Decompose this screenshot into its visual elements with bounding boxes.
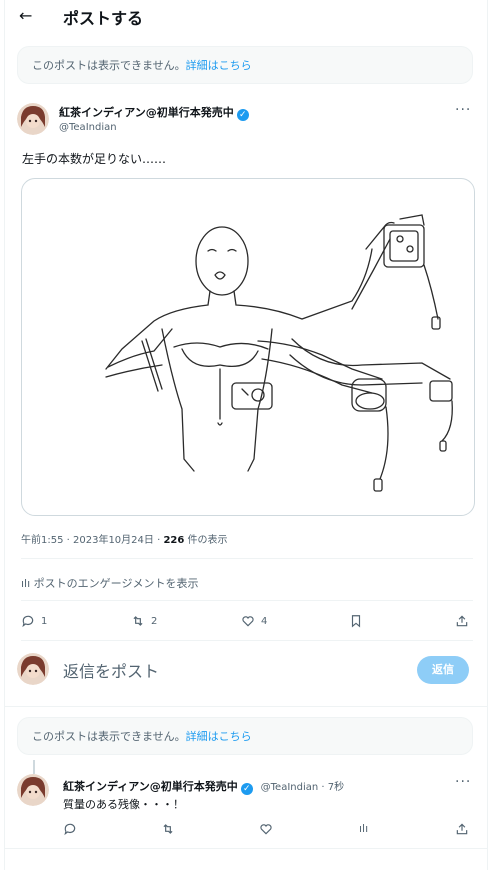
post-timestamp-row: 午前1:55 · 2023年10月24日 · 226 件の表示 xyxy=(21,531,228,546)
divider xyxy=(21,558,473,559)
sketch-illustration xyxy=(105,214,453,492)
details-link[interactable]: 詳細はこちら xyxy=(186,730,252,743)
reply-count: 1 xyxy=(41,615,48,627)
bookmark-icon xyxy=(351,615,361,628)
heart-icon xyxy=(260,824,272,835)
reply-author-handle[interactable]: @TeaIndian · 7秒 xyxy=(261,782,344,793)
section-divider xyxy=(5,706,487,707)
share-icon xyxy=(456,615,468,627)
verified-badge-icon: ✓ xyxy=(240,783,253,795)
back-arrow-icon[interactable]: ← xyxy=(19,6,32,25)
repost-icon xyxy=(133,616,143,626)
section-divider xyxy=(5,848,487,849)
post-image[interactable] xyxy=(21,178,475,516)
reply-button[interactable]: 返信 xyxy=(417,656,469,684)
post-time[interactable]: 午前1:55 · 2023年10月24日 · xyxy=(21,535,163,546)
analytics-icon: ılı xyxy=(21,577,31,590)
reply-text: 質量のある残像・・・！ xyxy=(63,798,184,811)
avatar-image xyxy=(17,103,49,135)
avatar-image xyxy=(17,774,49,806)
reply-action[interactable] xyxy=(63,822,77,836)
repost-count: 2 xyxy=(151,615,158,627)
author-handle[interactable]: @TeaIndian xyxy=(59,122,117,133)
view-count: 226 xyxy=(163,535,185,546)
view-label: 件の表示 xyxy=(184,535,228,546)
reply-action[interactable]: 1 xyxy=(21,614,47,628)
share-icon xyxy=(456,823,468,835)
verified-badge-icon: ✓ xyxy=(236,109,249,121)
repost-action[interactable]: 2 xyxy=(131,614,157,628)
heart-icon xyxy=(242,616,254,627)
unavailable-post-notice: このポストは表示できません。詳細はこちら xyxy=(17,46,473,84)
share-action[interactable] xyxy=(455,822,469,836)
like-action[interactable]: 4 xyxy=(241,614,267,628)
share-action[interactable] xyxy=(455,614,469,628)
engagement-label: ポストのエンゲージメントを表示 xyxy=(33,577,199,590)
analytics-action[interactable]: ılı xyxy=(359,822,368,835)
more-options-icon[interactable]: ··· xyxy=(455,774,471,790)
my-avatar[interactable] xyxy=(17,653,49,685)
divider xyxy=(21,600,473,601)
reply-input[interactable]: 返信をポスト xyxy=(63,658,159,682)
author-name-row[interactable]: 紅茶インディアン@初単行本発売中 ✓ xyxy=(59,104,249,121)
thread-line xyxy=(33,760,35,774)
avatar-image xyxy=(17,653,49,685)
repost-icon xyxy=(163,824,173,834)
author-avatar[interactable] xyxy=(17,103,49,135)
main-column: ← ポストする このポストは表示できません。詳細はこちら 紅茶インディアン@初単… xyxy=(4,0,488,870)
like-count: 4 xyxy=(261,615,268,627)
notice-text: このポストは表示できません。 xyxy=(32,730,186,743)
reply-author-row[interactable]: 紅茶インディアン@初単行本発売中 ✓ @TeaIndian · 7秒 xyxy=(63,778,344,795)
reply-icon xyxy=(64,823,76,836)
notice-text: このポストは表示できません。 xyxy=(32,59,186,72)
bookmark-action[interactable] xyxy=(349,614,363,628)
reply-author-avatar[interactable] xyxy=(17,774,49,806)
unavailable-post-notice: このポストは表示できません。詳細はこちら xyxy=(17,717,473,755)
like-action[interactable] xyxy=(259,822,273,836)
reply-icon xyxy=(22,615,34,628)
post-text: 左手の本数が足りない…… xyxy=(22,152,167,166)
details-link[interactable]: 詳細はこちら xyxy=(186,59,252,72)
analytics-icon: ılı xyxy=(359,822,369,835)
divider xyxy=(21,640,473,641)
page-title: ポストする xyxy=(63,9,144,28)
engagement-link[interactable]: ılı ポストのエンゲージメントを表示 xyxy=(21,575,198,591)
top-bar: ← ポストする xyxy=(5,0,487,34)
more-options-icon[interactable]: ··· xyxy=(455,102,471,118)
author-name[interactable]: 紅茶インディアン@初単行本発売中 xyxy=(59,106,234,119)
reply-author-name[interactable]: 紅茶インディアン@初単行本発売中 xyxy=(63,780,238,793)
repost-action[interactable] xyxy=(161,822,175,836)
